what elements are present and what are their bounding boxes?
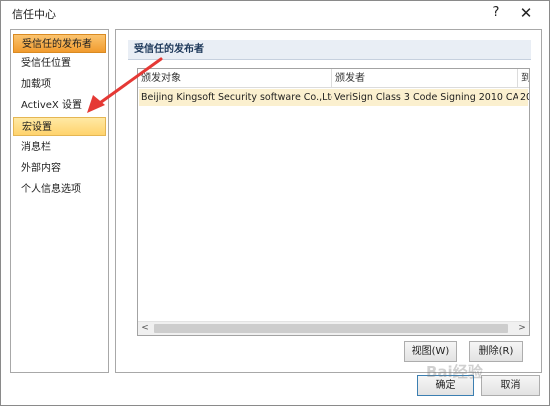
sidebar-item-message-bar[interactable]: 消息栏: [13, 138, 106, 157]
sidebar-item-privacy-options[interactable]: 个人信息选项: [13, 180, 106, 199]
sidebar-nav: 受信任的发布者 受信任位置 加载项 ActiveX 设置 宏设置 消息栏 外部内…: [10, 29, 109, 373]
scroll-right-icon[interactable]: >: [515, 322, 529, 335]
column-header-issued-by[interactable]: 颁发者: [332, 69, 518, 88]
list-header: 颁发对象 颁发者 到: [138, 69, 529, 88]
sidebar-item-activex-settings[interactable]: ActiveX 设置: [13, 96, 106, 115]
sidebar-item-trusted-locations[interactable]: 受信任位置: [13, 54, 106, 73]
view-button[interactable]: 视图(W): [404, 341, 457, 362]
main-panel: 受信任的发布者 颁发对象 颁发者 到 Beijing Kingsoft Secu…: [115, 29, 542, 373]
sidebar-item-add-ins[interactable]: 加载项: [13, 75, 106, 94]
sidebar-item-external-content[interactable]: 外部内容: [13, 159, 106, 178]
cell-expiration: 20: [520, 92, 529, 103]
cell-issued-by: VeriSign Class 3 Code Signing 2010 CA: [334, 92, 518, 103]
publisher-list[interactable]: 颁发对象 颁发者 到 Beijing Kingsoft Security sof…: [137, 68, 530, 336]
sidebar-item-macro-settings[interactable]: 宏设置: [13, 117, 106, 136]
section-title: 受信任的发布者: [128, 40, 531, 60]
scroll-thumb[interactable]: [154, 324, 508, 333]
help-icon[interactable]: ?: [485, 3, 507, 23]
table-row[interactable]: Beijing Kingsoft Security software Co.,L…: [139, 89, 529, 106]
horizontal-scrollbar[interactable]: < >: [138, 321, 529, 335]
title-bar: 信任中心 ? ✕: [1, 1, 549, 25]
cancel-button[interactable]: 取消: [481, 375, 540, 396]
close-icon[interactable]: ✕: [515, 3, 537, 23]
column-header-expiration[interactable]: 到: [518, 69, 529, 88]
dialog-title: 信任中心: [12, 8, 56, 21]
delete-button[interactable]: 删除(R): [469, 341, 523, 362]
trust-center-dialog: 信任中心 ? ✕ 受信任的发布者 受信任位置 加载项 ActiveX 设置 宏设…: [0, 0, 550, 406]
column-header-issued-to[interactable]: 颁发对象: [138, 69, 332, 88]
cell-issued-to: Beijing Kingsoft Security software Co.,L…: [141, 92, 332, 103]
scroll-left-icon[interactable]: <: [138, 322, 152, 335]
sidebar-item-trusted-publishers[interactable]: 受信任的发布者: [13, 34, 106, 53]
watermark: Bai经验: [426, 363, 483, 381]
